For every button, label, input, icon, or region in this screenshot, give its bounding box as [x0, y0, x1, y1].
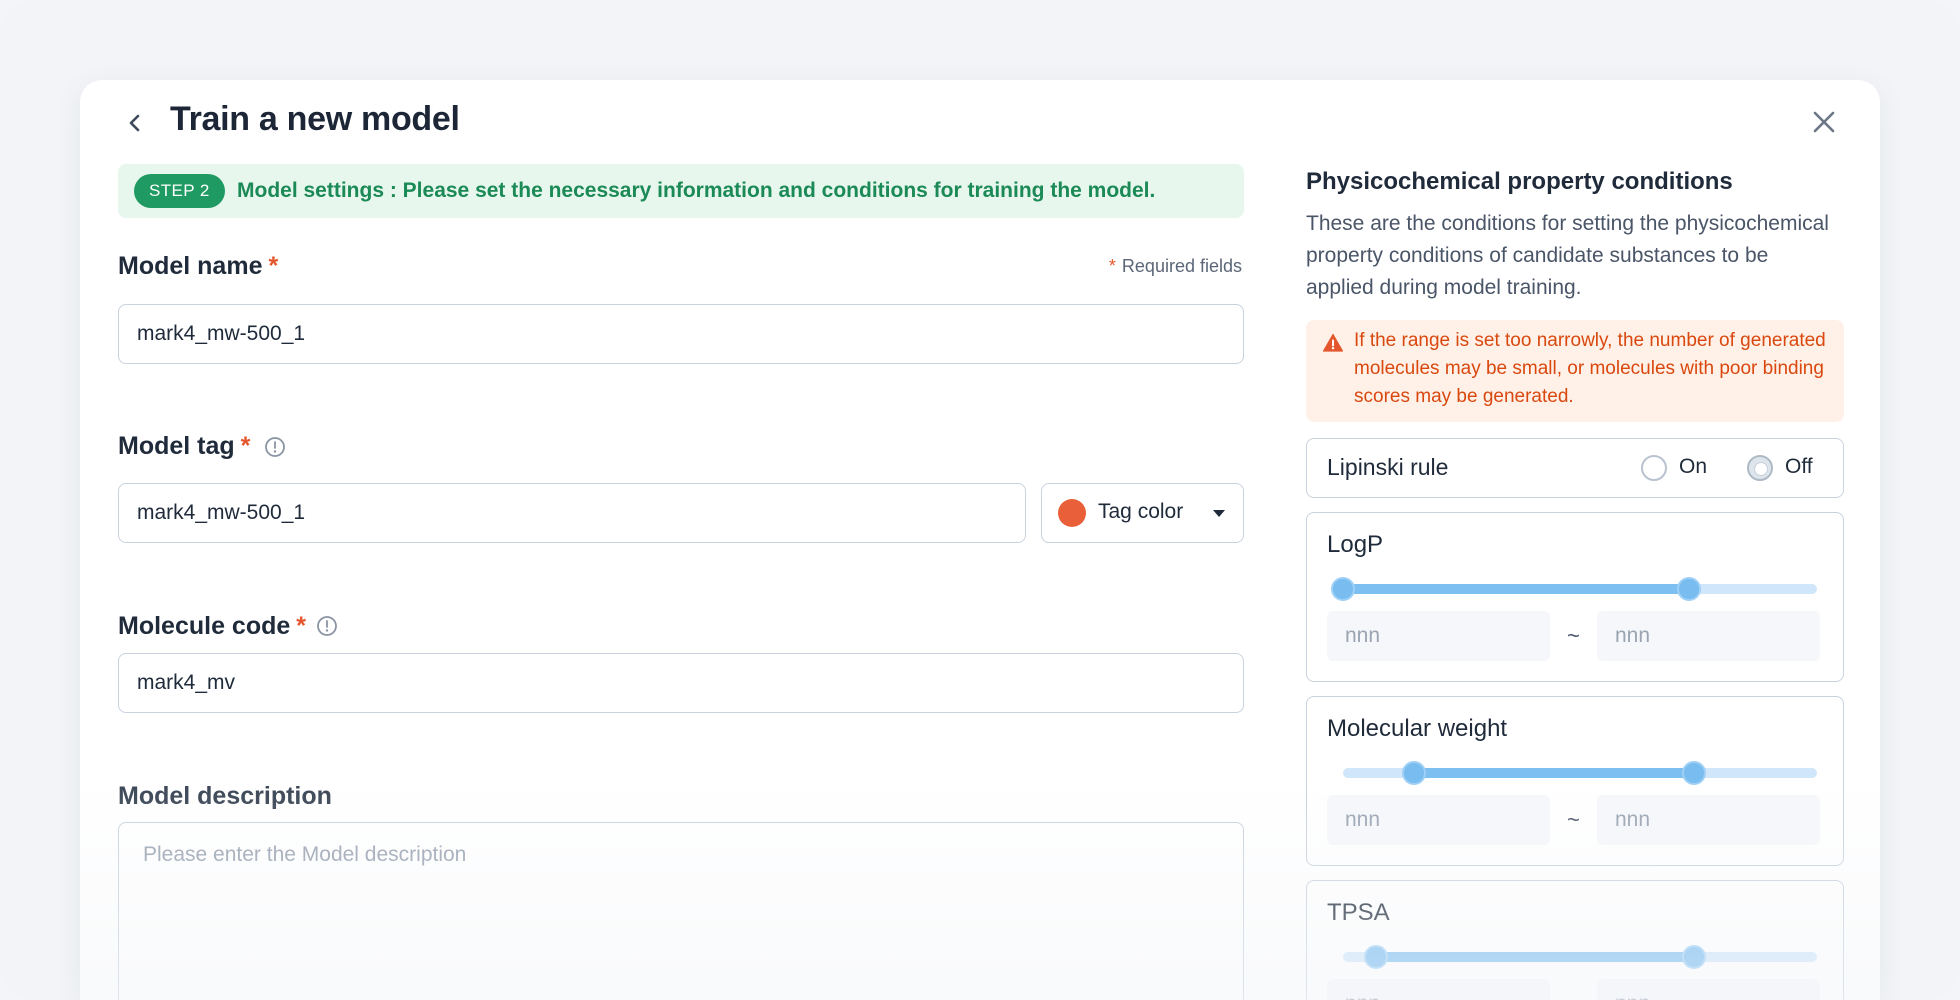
close-icon[interactable] — [1808, 106, 1840, 138]
conditions-title: Physicochemical property conditions — [1306, 168, 1733, 195]
required-star: * — [296, 612, 306, 640]
step-description: Model settings : Please set the necessar… — [237, 179, 1156, 202]
range-title: Molecular weight — [1327, 715, 1508, 742]
conditions-description: These are the conditions for setting the… — [1306, 212, 1829, 299]
molecule-code-input[interactable] — [118, 653, 1244, 713]
tag-color-label: Tag color — [1098, 500, 1184, 523]
lipinski-off-radio[interactable] — [1747, 455, 1773, 481]
range-slider-min-handle[interactable] — [1364, 945, 1389, 969]
back-arrow-icon[interactable] — [120, 108, 150, 138]
range-max-input[interactable] — [1597, 979, 1820, 1000]
info-icon[interactable] — [264, 436, 286, 458]
lipinski-on-radio[interactable] — [1641, 455, 1667, 481]
range-slider[interactable] — [1331, 577, 1817, 601]
range-max-input[interactable] — [1597, 611, 1820, 661]
range-separator: ~ — [1567, 807, 1580, 832]
train-model-modal: Train a new model STEP 2 Model settings … — [80, 80, 1880, 1000]
lipinski-off-label: Off — [1785, 455, 1813, 478]
range-slider-min-handle[interactable] — [1402, 761, 1427, 785]
tpsa-range-card: TPSA ~ — [1306, 880, 1844, 1000]
required-star: * — [240, 432, 251, 460]
lipinski-on-label: On — [1679, 455, 1708, 478]
model-description-textarea[interactable] — [118, 822, 1244, 1000]
tag-color-dropdown[interactable]: Tag color — [1041, 483, 1244, 543]
range-title: TPSA — [1327, 899, 1390, 926]
range-slider-max-handle[interactable] — [1681, 761, 1706, 785]
info-icon[interactable] — [316, 615, 338, 637]
range-separator: ~ — [1567, 623, 1580, 648]
lipinski-rule-label: Lipinski rule — [1327, 454, 1449, 480]
range-warning: If the range is set too narrowly, the nu… — [1306, 320, 1844, 422]
range-min-input[interactable] — [1327, 611, 1550, 661]
range-min-input[interactable] — [1327, 795, 1550, 845]
molecule-code-label: Molecule code * — [118, 612, 306, 640]
model-name-input[interactable] — [118, 304, 1244, 364]
model-description-label: Model description — [118, 782, 332, 810]
model-name-label: Model name * — [118, 252, 279, 280]
range-slider[interactable] — [1343, 945, 1817, 969]
modal-header: Train a new model — [80, 80, 1880, 160]
step-badge: STEP 2 — [134, 174, 225, 208]
range-slider-min-handle[interactable] — [1331, 577, 1355, 601]
lipinski-rule-card: Lipinski rule On Off — [1306, 438, 1844, 498]
model-tag-input[interactable] — [118, 483, 1026, 543]
range-slider-fill — [1414, 768, 1694, 778]
step-banner: STEP 2 Model settings : Please set the n… — [118, 164, 1244, 218]
range-slider-max-handle[interactable] — [1677, 577, 1702, 601]
warning-icon — [1322, 333, 1344, 352]
warning-text: If the range is set too narrowly, the nu… — [1354, 330, 1826, 407]
range-slider-fill — [1343, 584, 1690, 594]
range-min-input[interactable] — [1327, 979, 1550, 1000]
range-title: LogP — [1327, 531, 1384, 558]
range-max-input[interactable] — [1597, 795, 1820, 845]
range-slider-fill — [1376, 952, 1694, 962]
range-slider[interactable] — [1343, 761, 1817, 785]
logp-range-card: LogP ~ — [1306, 512, 1844, 682]
range-separator: ~ — [1567, 991, 1580, 1000]
model-tag-label: Model tag * — [118, 432, 251, 460]
modal-title: Train a new model — [170, 100, 460, 138]
required-fields-note: * Required fields — [1108, 256, 1242, 276]
required-star: * — [268, 252, 279, 280]
tag-color-swatch — [1058, 499, 1086, 527]
chevron-down-icon — [1213, 510, 1225, 517]
molecular-weight-range-card: Molecular weight ~ — [1306, 696, 1844, 866]
range-slider-max-handle[interactable] — [1681, 945, 1706, 969]
